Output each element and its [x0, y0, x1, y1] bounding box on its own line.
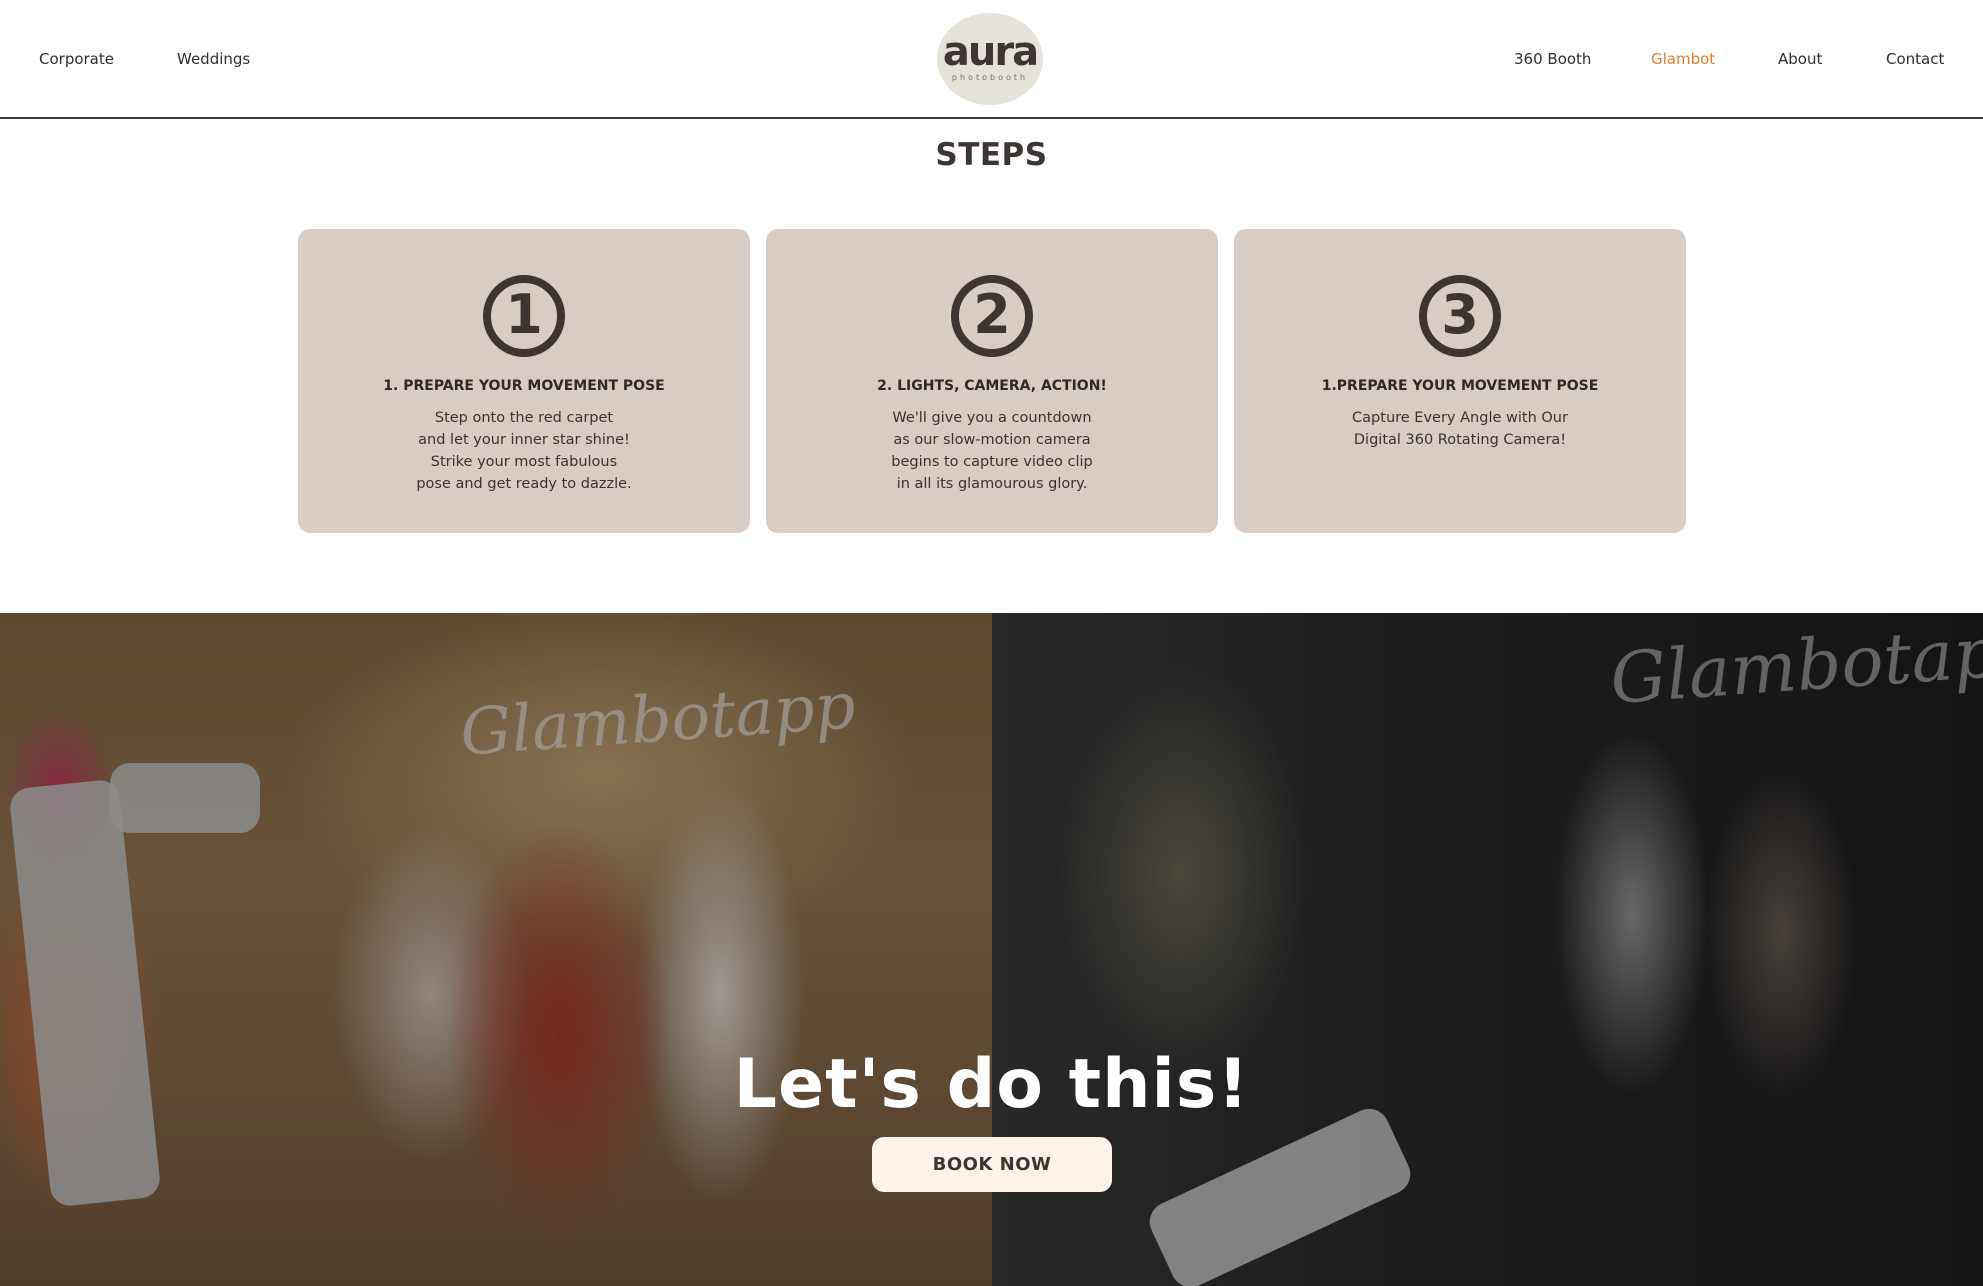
nav-corporate[interactable]: Corporate	[39, 50, 114, 68]
nav-glambot[interactable]: Glambot	[1651, 50, 1715, 68]
step-description: We'll give you a countdown as our slow-m…	[891, 410, 1093, 492]
nav-about[interactable]: About	[1778, 50, 1822, 68]
step-title: 2. LIGHTS, CAMERA, ACTION!	[877, 378, 1107, 394]
book-now-button[interactable]: BOOK NOW	[872, 1137, 1112, 1192]
number-two-icon: 2	[951, 275, 1033, 357]
step-card-3: 3 1.PREPARE YOUR MOVEMENT POSE Capture E…	[1234, 229, 1686, 533]
number-one-icon: 1	[483, 275, 565, 357]
logo-subtitle: photobooth	[951, 73, 1029, 82]
step-card-1: 1 1. PREPARE YOUR MOVEMENT POSE Step ont…	[298, 229, 750, 533]
hero-banner: Glambotapp Glambotapp Let's do this! BOO…	[0, 613, 1983, 1286]
nav-contact[interactable]: Contact	[1886, 50, 1944, 68]
logo[interactable]: aura photobooth	[937, 13, 1043, 105]
nav-weddings[interactable]: Weddings	[177, 50, 250, 68]
site-header: Corporate Weddings aura photobooth 360 B…	[0, 0, 1983, 119]
step-description: Step onto the red carpet and let your in…	[416, 410, 632, 492]
step-card-2: 2 2. LIGHTS, CAMERA, ACTION! We'll give …	[766, 229, 1218, 533]
logo-wordmark: aura	[942, 29, 1039, 75]
nav-360-booth[interactable]: 360 Booth	[1514, 50, 1591, 68]
hero-heading: Let's do this!	[733, 1045, 1250, 1124]
step-title: 1.PREPARE YOUR MOVEMENT POSE	[1321, 378, 1599, 394]
step-title: 1. PREPARE YOUR MOVEMENT POSE	[383, 378, 665, 394]
step-description: Capture Every Angle with Our Digital 360…	[1352, 410, 1568, 448]
steps-title: STEPS	[935, 137, 1048, 173]
number-three-icon: 3	[1419, 275, 1501, 357]
